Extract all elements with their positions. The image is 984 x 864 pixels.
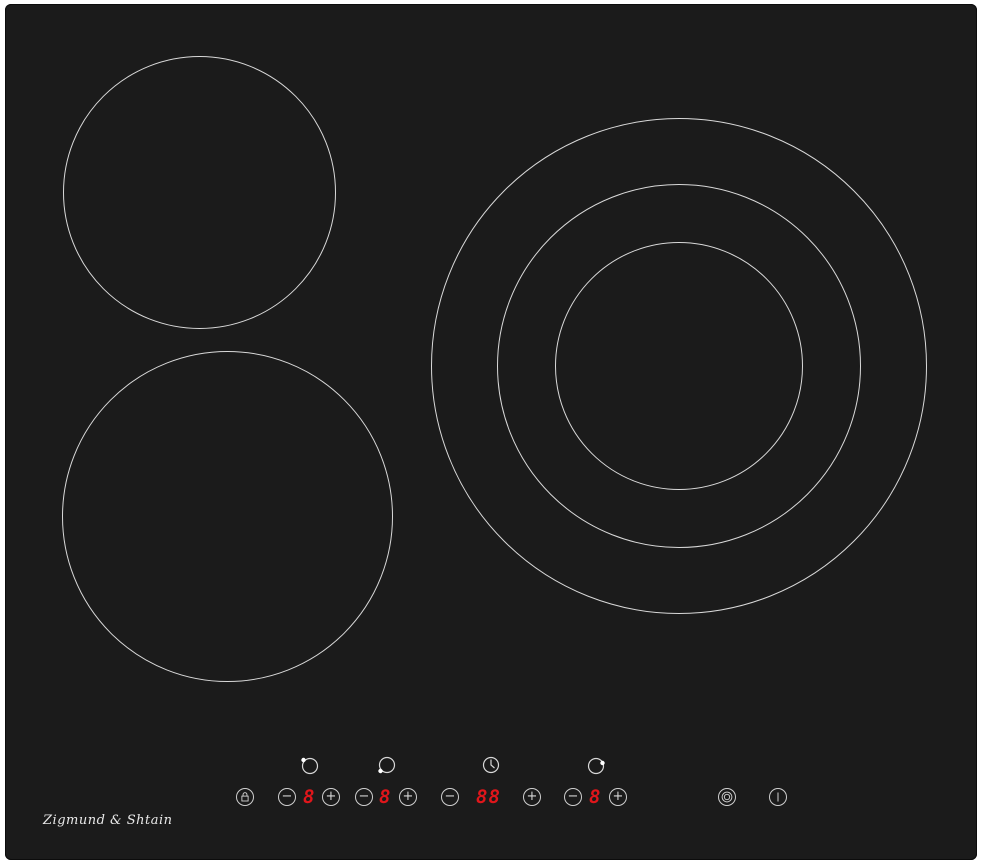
zone-right-plus-button[interactable]: +: [609, 788, 627, 806]
clock-icon[interactable]: [480, 754, 502, 776]
cooking-zone-right-inner-ring: [555, 242, 803, 490]
lock-icon[interactable]: [236, 788, 254, 806]
cooking-zone-front-left: [62, 351, 393, 682]
timer-display: 88: [476, 786, 501, 808]
zone-front-left-plus-button[interactable]: +: [322, 788, 340, 806]
zone-rear-left-plus-button[interactable]: +: [399, 788, 417, 806]
brand-logo: Zigmund & Shtain: [43, 813, 173, 828]
power-icon[interactable]: [769, 788, 787, 806]
zone-front-left-icon[interactable]: [298, 754, 320, 776]
zone-right-power-display: 8: [589, 786, 602, 808]
cooking-zone-rear-left: [63, 56, 336, 329]
zone-right-minus-button[interactable]: −: [564, 788, 582, 806]
zone-rear-left-power-display: 8: [379, 786, 392, 808]
timer-plus-button[interactable]: +: [523, 788, 541, 806]
zone-rear-left-minus-button[interactable]: −: [355, 788, 373, 806]
zone-right-icon[interactable]: [586, 754, 608, 776]
cooktop-glass-surface: − 8 + − 8 + − 88 + − 8 + Zigmund & Shtai…: [5, 4, 977, 860]
zone-front-left-minus-button[interactable]: −: [278, 788, 296, 806]
timer-minus-button[interactable]: −: [441, 788, 459, 806]
zone-front-left-power-display: 8: [303, 786, 316, 808]
dual-zone-icon[interactable]: [718, 788, 736, 806]
zone-rear-left-icon[interactable]: [375, 754, 397, 776]
